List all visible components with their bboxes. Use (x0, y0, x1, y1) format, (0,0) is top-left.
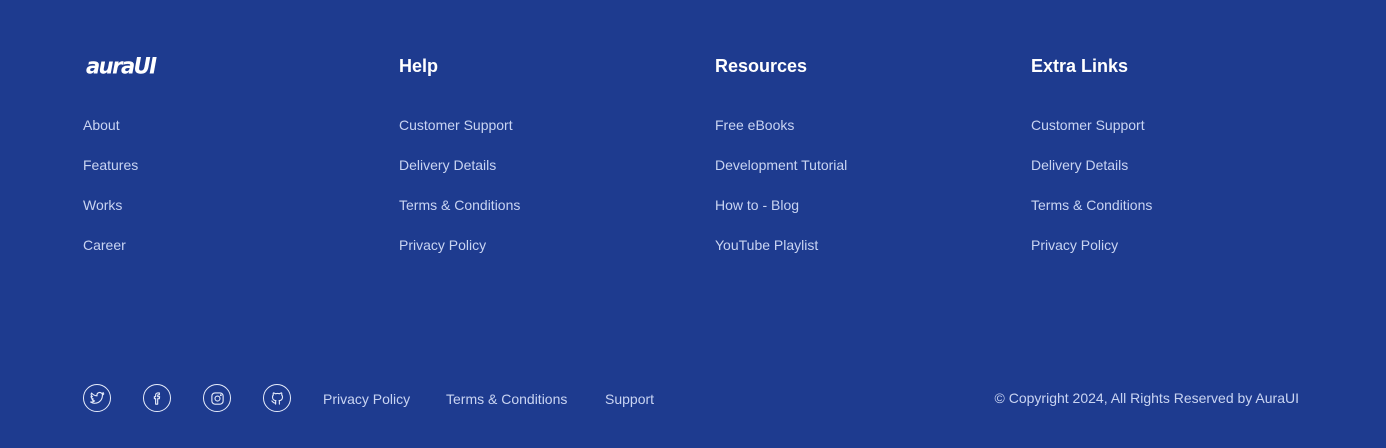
bottom-link-terms-conditions[interactable]: Terms & Conditions (446, 390, 567, 408)
extra-link-customer-support[interactable]: Customer Support (1031, 117, 1145, 133)
brand-links-list: About Features Works Career (83, 115, 138, 275)
resources-link-free-ebooks[interactable]: Free eBooks (715, 117, 794, 133)
list-item: Works (83, 195, 138, 235)
extra-links-list: Customer Support Delivery Details Terms … (1031, 115, 1152, 275)
instagram-icon[interactable] (203, 384, 231, 412)
list-item: Delivery Details (399, 155, 520, 195)
extra-link-delivery-details[interactable]: Delivery Details (1031, 157, 1128, 173)
footer-link-about[interactable]: About (83, 117, 120, 133)
list-item: Free eBooks (715, 115, 847, 155)
footer-bottom-bar: Privacy Policy Terms & Conditions Suppor… (83, 384, 1299, 414)
help-link-privacy-policy[interactable]: Privacy Policy (399, 237, 486, 253)
extra-links-heading: Extra Links (1031, 56, 1129, 76)
list-item: Privacy Policy (1031, 235, 1152, 275)
list-item: YouTube Playlist (715, 235, 847, 275)
list-item: Customer Support (1031, 115, 1152, 155)
aura-ui-logo[interactable]: auraUI (86, 51, 157, 80)
resources-link-development-tutorial[interactable]: Development Tutorial (715, 157, 847, 173)
list-item: Delivery Details (1031, 155, 1152, 195)
resources-heading: Resources (715, 56, 808, 76)
twitter-icon[interactable] (83, 384, 111, 412)
bottom-link-support[interactable]: Support (605, 390, 654, 408)
list-item: Terms & Conditions (399, 195, 520, 235)
footer-link-works[interactable]: Works (83, 197, 122, 213)
github-icon[interactable] (263, 384, 291, 412)
extra-link-terms-conditions[interactable]: Terms & Conditions (1031, 197, 1152, 213)
copyright-text: © Copyright 2024, All Rights Reserved by… (994, 390, 1299, 406)
help-link-customer-support[interactable]: Customer Support (399, 117, 513, 133)
help-link-delivery-details[interactable]: Delivery Details (399, 157, 496, 173)
list-item: Customer Support (399, 115, 520, 155)
help-links-list: Customer Support Delivery Details Terms … (399, 115, 520, 275)
help-heading: Help (399, 56, 439, 76)
footer-link-career[interactable]: Career (83, 237, 126, 253)
list-item: Development Tutorial (715, 155, 847, 195)
list-item: Features (83, 155, 138, 195)
resources-link-how-to-blog[interactable]: How to - Blog (715, 197, 799, 213)
help-link-terms-conditions[interactable]: Terms & Conditions (399, 197, 520, 213)
list-item: Privacy Policy (399, 235, 520, 275)
bottom-link-privacy-policy[interactable]: Privacy Policy (323, 390, 410, 408)
list-item: Terms & Conditions (1031, 195, 1152, 235)
list-item: How to - Blog (715, 195, 847, 235)
resources-link-youtube-playlist[interactable]: YouTube Playlist (715, 237, 818, 253)
facebook-icon[interactable] (143, 384, 171, 412)
footer-link-features[interactable]: Features (83, 157, 138, 173)
list-item: About (83, 115, 138, 155)
extra-link-privacy-policy[interactable]: Privacy Policy (1031, 237, 1118, 253)
footer-columns: auraUI About Features Works Career Help … (83, 0, 1303, 300)
list-item: Career (83, 235, 138, 275)
resources-links-list: Free eBooks Development Tutorial How to … (715, 115, 847, 275)
